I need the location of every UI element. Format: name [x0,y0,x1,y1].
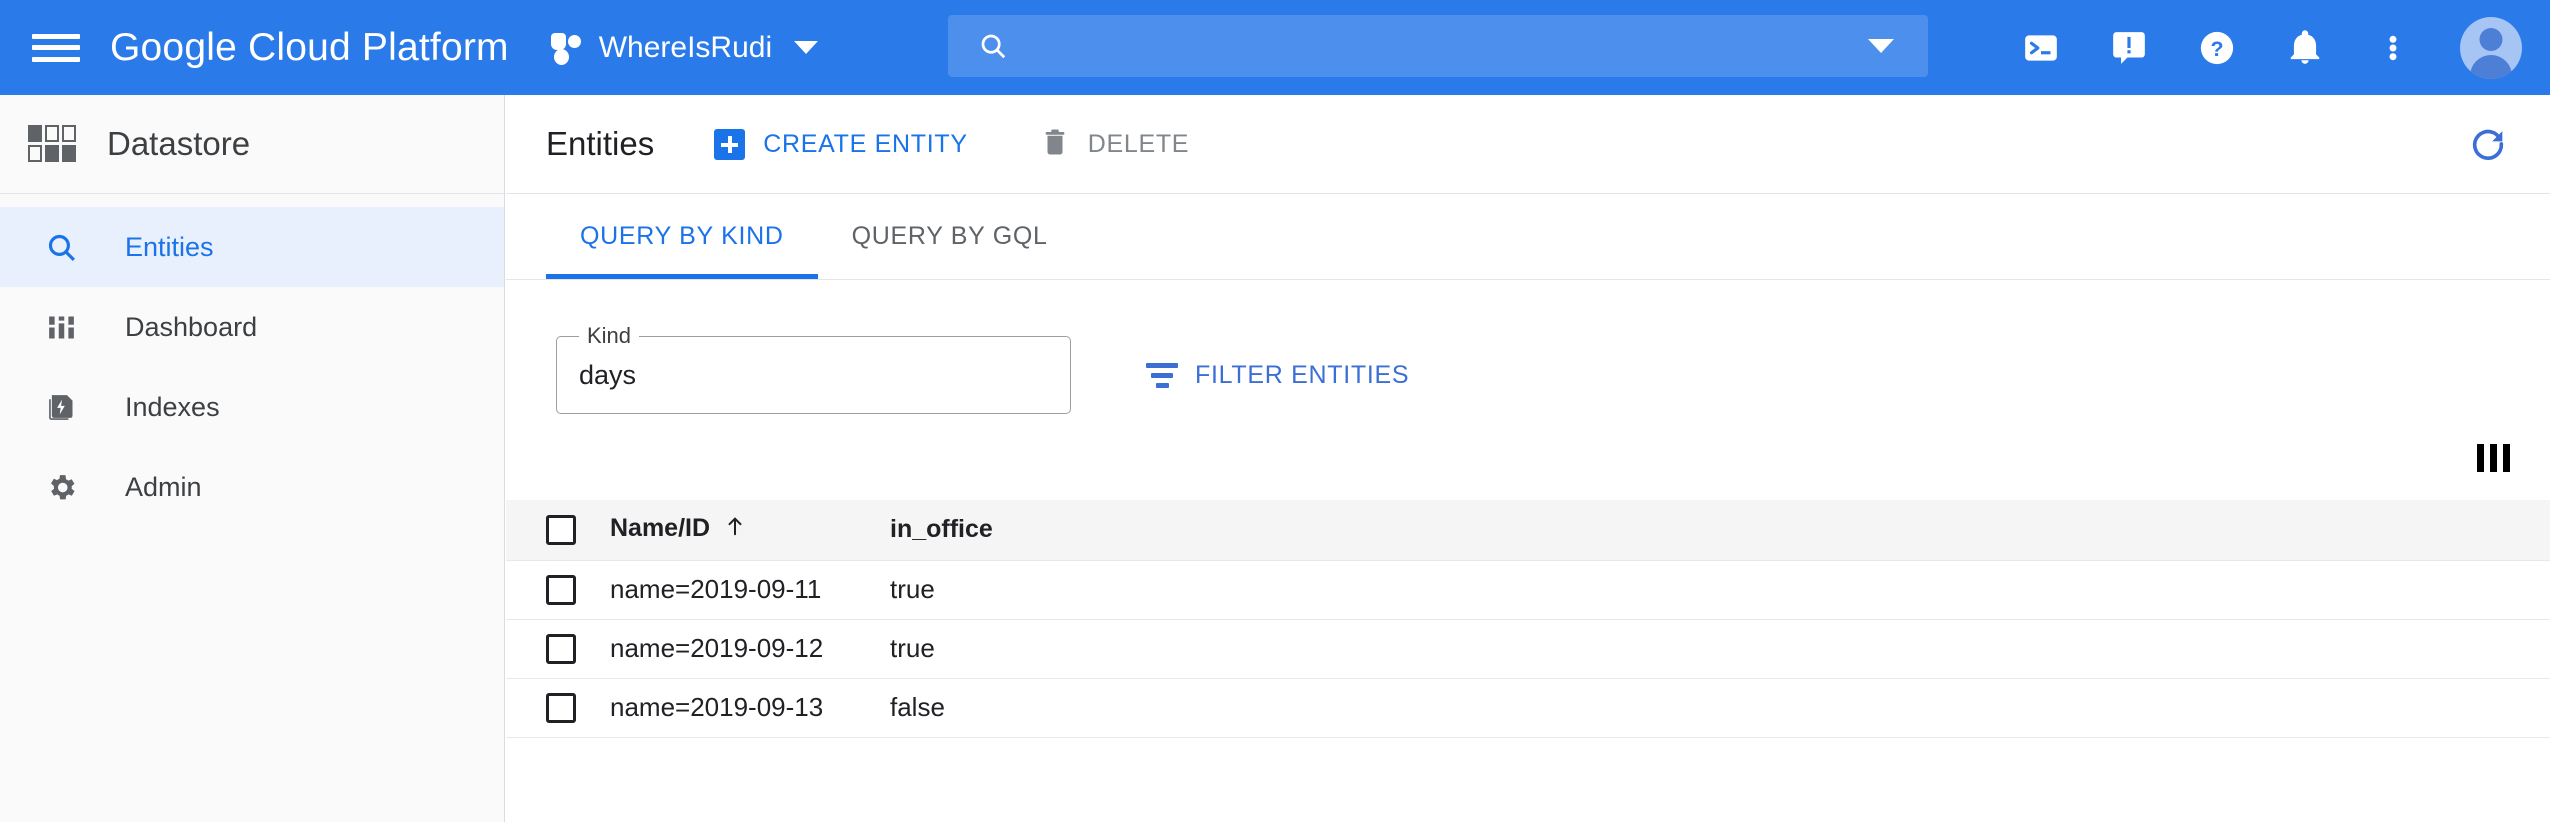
cell-name-id[interactable]: name=2019-09-11 [610,560,890,619]
cloud-shell-icon[interactable] [2014,21,2068,75]
plus-icon [714,128,746,160]
sidebar-item-indexes[interactable]: Indexes [0,367,504,447]
table-row[interactable]: name=2019-09-12 true [506,619,2550,678]
create-entity-button[interactable]: CREATE ENTITY [714,128,968,160]
avatar-body [2470,54,2512,79]
indexes-icon [40,386,82,428]
hamburger-bar [32,45,80,50]
svg-text:?: ? [2210,37,2223,61]
sidebar-item-label: Dashboard [125,311,258,342]
notifications-icon[interactable] [2278,21,2332,75]
row-select-cell [506,560,610,619]
query-tabs: QUERY BY KIND QUERY BY GQL [506,194,2550,280]
topbar-actions: ? [2014,0,2522,95]
kind-field-label: Kind [579,323,640,349]
cell-name-id[interactable]: name=2019-09-13 [610,678,890,737]
table-body: name=2019-09-11 true name=2019-09-12 tru… [506,560,2550,737]
delete-label: DELETE [1087,129,1190,158]
cell-in-office: true [890,633,935,663]
main-content: Entities CREATE ENTITY DELETE QUERY BY K… [506,95,2550,822]
table-header-row: Name/ID in_office [506,500,2550,561]
column-header-label: Name/ID [610,514,711,543]
tab-label: QUERY BY KIND [580,222,784,250]
sidebar-nav: Entities Dashboard Indexes Admin [0,194,504,527]
select-all-checkbox[interactable] [546,514,576,545]
avatar[interactable] [2460,16,2522,79]
dashboard-icon [40,306,82,348]
content-header: Entities CREATE ENTITY DELETE [506,95,2550,194]
sort-ascending-icon [724,513,746,546]
product-header: Datastore [0,95,504,194]
view-columns-icon[interactable] [2477,444,2510,472]
refresh-icon[interactable] [2468,124,2508,164]
column-header-in-office[interactable]: in_office [890,500,2550,561]
brand-title[interactable]: Google Cloud Platform [110,26,509,70]
kind-field[interactable]: Kind [556,323,1071,414]
filter-entities-label: FILTER ENTITIES [1195,360,1410,389]
chevron-down-icon [794,41,819,54]
select-all-cell [506,500,610,561]
row-select-cell [506,678,610,737]
help-icon[interactable]: ? [2190,21,2244,75]
table-row[interactable]: name=2019-09-13 false [506,678,2550,737]
filter-entities-button[interactable]: FILTER ENTITIES [1146,361,1409,390]
sidebar-item-dashboard[interactable]: Dashboard [0,287,504,367]
avatar-head [2479,27,2503,51]
table-row[interactable]: name=2019-09-11 true [506,560,2550,619]
datastore-grid-icon [28,125,76,163]
hamburger-bar [32,56,80,62]
cell-name-id[interactable]: name=2019-09-12 [610,619,890,678]
column-header-label: in_office [890,515,993,544]
table-head: Name/ID in_office [506,500,2550,561]
sidebar-item-admin[interactable]: Admin [0,447,504,527]
entities-table: Name/ID in_office name=2019-09-11 true n… [506,500,2550,738]
filter-icon [1146,361,1178,389]
create-entity-label: CREATE ENTITY [763,129,968,158]
column-header-name-id[interactable]: Name/ID [610,500,890,561]
sidebar-item-label: Indexes [125,391,220,422]
tab-query-by-gql[interactable]: QUERY BY GQL [818,194,1082,279]
search-icon [978,31,1008,61]
kind-input[interactable] [579,359,1019,391]
feedback-icon[interactable] [2102,21,2156,75]
more-options-icon[interactable] [2366,21,2420,75]
tab-query-by-kind[interactable]: QUERY BY KIND [546,194,818,279]
project-name: WhereIsRudi [598,30,773,64]
sidebar-item-label: Admin [125,471,202,502]
row-checkbox[interactable] [546,574,576,605]
row-select-cell [506,619,610,678]
sidebar-item-entities[interactable]: Entities [0,207,504,287]
project-icon [550,31,585,65]
delete-button[interactable]: DELETE [1040,126,1189,163]
sidebar: Datastore Entities Dashboard Indexes Adm… [0,95,505,822]
tab-label: QUERY BY GQL [851,222,1048,250]
project-selector[interactable]: WhereIsRudi [550,30,819,65]
gear-icon [40,466,82,508]
search-bar[interactable] [948,15,1928,77]
search-input[interactable] [1030,30,1868,62]
page-title: Entities [546,125,655,162]
product-title: Datastore [107,125,251,162]
top-app-bar: Google Cloud Platform WhereIsRudi ? [0,0,2550,95]
columns-row [506,414,2550,500]
trash-icon [1040,126,1070,163]
cell-in-office: false [890,692,945,722]
row-checkbox[interactable] [546,692,576,723]
row-checkbox[interactable] [546,633,576,664]
search-icon [40,226,82,268]
cell-in-office: true [890,574,935,604]
hamburger-bar [32,33,80,39]
query-panel: Kind FILTER ENTITIES [506,280,2550,414]
chevron-down-icon[interactable] [1868,39,1894,53]
hamburger-menu-icon[interactable] [32,30,80,66]
sidebar-item-label: Entities [125,231,214,262]
